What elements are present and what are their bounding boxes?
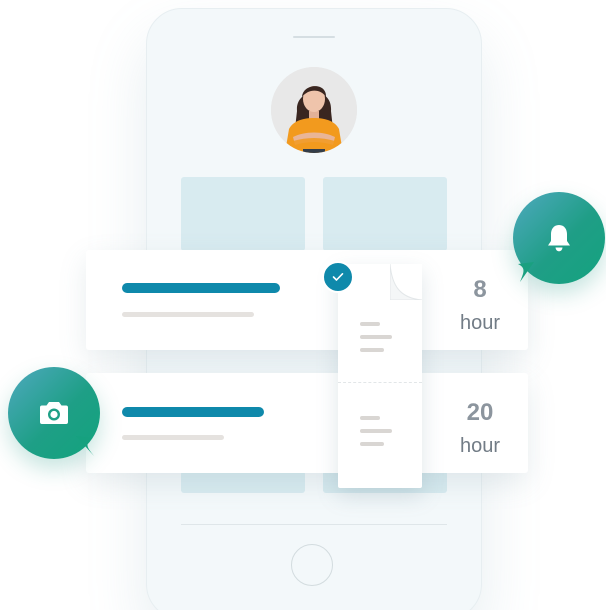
check-badge [322,261,354,293]
hours-value: 20 [466,399,494,426]
avatar [271,67,357,153]
subtitle-placeholder-bar [122,312,254,317]
title-placeholder-bar [122,407,264,417]
phone-divider [181,524,447,525]
home-button[interactable] [291,544,333,586]
document-fold [390,264,422,300]
bubble-tail [76,436,94,456]
hours-unit: hour [459,435,501,457]
phone-tile [181,177,305,251]
illustration-stage: 8 hour 20 hour [0,0,606,610]
time-card[interactable]: 20 hour [86,373,528,473]
avatar-photo [271,67,357,153]
document-line [360,442,384,446]
document-line [360,335,392,339]
document-line [360,416,380,420]
bell-icon [548,225,570,252]
check-icon [332,273,344,281]
camera-icon [40,402,68,424]
subtitle-placeholder-bar [122,435,224,440]
document-line [360,429,392,433]
hours-value: 8 [473,276,487,303]
document-icon [338,264,422,488]
title-placeholder-bar [122,283,280,293]
phone-tile [323,177,447,251]
bubble-tail [518,262,534,282]
document-tear-line [338,382,422,383]
hours-unit: hour [459,312,501,334]
phone-speaker [293,36,335,38]
phone-tile [181,471,305,493]
document-line [360,348,384,352]
time-card[interactable]: 8 hour [86,250,528,350]
document-line [360,322,380,326]
